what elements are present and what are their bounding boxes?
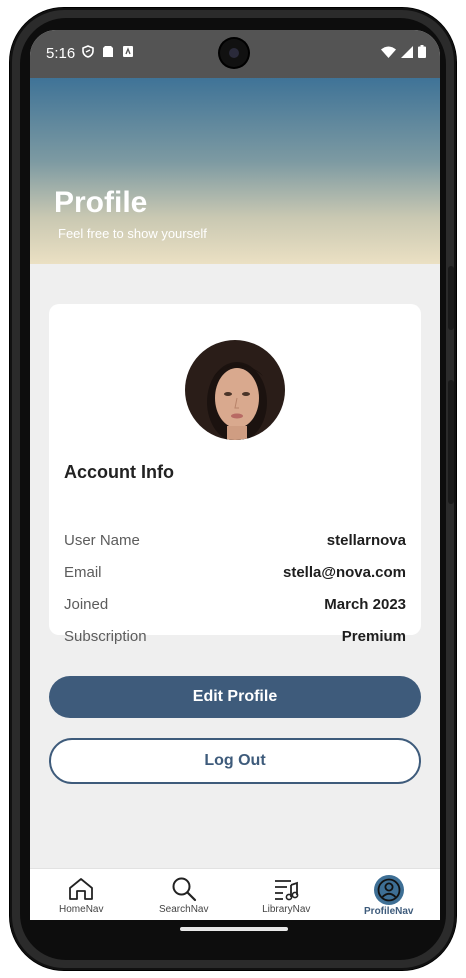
volume-button: [448, 266, 454, 330]
front-camera: [220, 39, 248, 67]
search-icon: [170, 875, 198, 903]
app-icon: [123, 46, 133, 57]
status-left-icons: [82, 45, 134, 58]
row-label: User Name: [64, 531, 140, 549]
nav-item-profile[interactable]: ProfileNav: [338, 869, 441, 920]
row-value: Premium: [341, 627, 406, 645]
nav-item-search[interactable]: SearchNav: [133, 869, 236, 920]
wifi-icon: [381, 46, 396, 58]
home-indicator[interactable]: [180, 927, 288, 931]
profile-icon: [373, 875, 404, 905]
account-card: Account Info User Name stellarnova Email…: [49, 304, 421, 645]
nav-item-library[interactable]: LibraryNav: [235, 869, 338, 920]
row-label: Subscription: [64, 627, 147, 645]
row-value: March 2023: [324, 595, 406, 613]
nav-label: SearchNav: [159, 904, 209, 915]
row-label: Joined: [64, 595, 109, 613]
battery-icon: [418, 45, 426, 58]
profile-header: Profile Feel free to show yourself: [30, 78, 440, 264]
power-button: [448, 380, 454, 504]
home-icon: [67, 875, 95, 903]
row-value: stellarnova: [326, 531, 406, 549]
nav-label: LibraryNav: [262, 904, 311, 915]
avatar[interactable]: [185, 340, 285, 440]
library-icon: [272, 875, 300, 903]
account-row-joined: Joined March 2023: [64, 592, 406, 616]
app-screen: 5:16 Profile Feel free to show yourself: [30, 30, 440, 920]
row-label: Email: [64, 563, 102, 581]
page-subtitle: Feel free to show yourself: [58, 226, 207, 241]
status-time: 5:16: [46, 45, 76, 62]
account-row-subscription: Subscription Premium: [64, 624, 406, 648]
nav-item-home[interactable]: HomeNav: [30, 869, 133, 920]
nav-label: HomeNav: [59, 904, 104, 915]
account-row-username: User Name stellarnova: [64, 528, 406, 552]
log-out-button[interactable]: Log Out: [49, 738, 421, 784]
status-bar: 5:16: [30, 30, 440, 78]
sim-card-icon: [103, 46, 113, 57]
account-info-heading: Account Info: [64, 462, 174, 482]
shield-icon: [82, 45, 94, 58]
edit-profile-button[interactable]: Edit Profile: [49, 676, 421, 718]
row-value: stella@nova.com: [282, 563, 406, 581]
bottom-nav: HomeNav SearchNav LibraryNav ProfileNav: [30, 868, 440, 920]
page-title: Profile: [54, 186, 148, 219]
nav-label: ProfileNav: [364, 906, 414, 917]
account-row-email: Email stella@nova.com: [64, 560, 406, 584]
status-right-icons: [381, 45, 426, 58]
signal-icon: [401, 45, 413, 58]
avatar-photo: [185, 340, 285, 440]
